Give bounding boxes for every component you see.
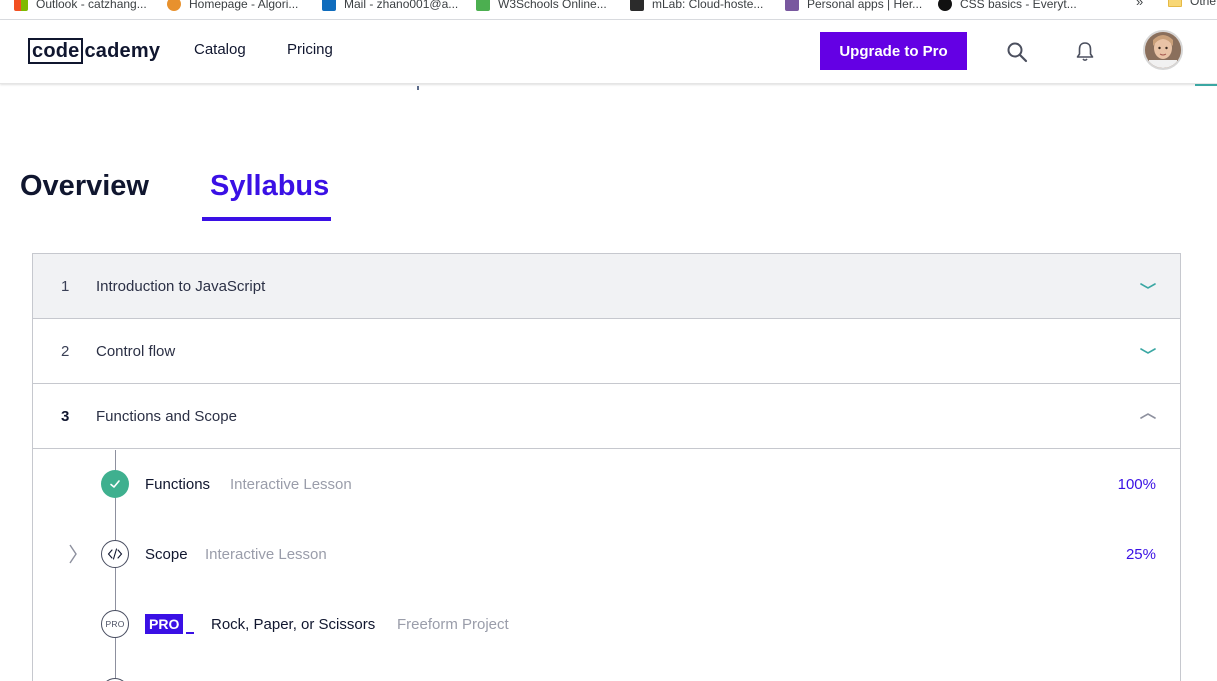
lesson-progress: 100% [1117, 475, 1156, 493]
chevron-down-icon[interactable] [1139, 280, 1157, 292]
lesson-type: Interactive Lesson [230, 475, 352, 493]
module-row-3[interactable]: 3 Functions and Scope [33, 384, 1180, 449]
check-icon [101, 470, 129, 498]
avatar[interactable] [1143, 30, 1183, 70]
heroku-icon [785, 0, 799, 11]
bookmark-heroku[interactable]: Personal apps | Her... [785, 0, 922, 14]
bell-icon[interactable] [1073, 40, 1097, 64]
lesson-row-scope[interactable]: Scope Interactive Lesson 25% [33, 534, 1180, 574]
banner-remnant-accent [1195, 84, 1217, 86]
outlook-mail-icon [322, 0, 336, 11]
code-icon [101, 540, 129, 568]
active-tab-indicator [202, 217, 331, 221]
module-title: Introduction to JavaScript [96, 277, 266, 295]
bookmark-css-basics[interactable]: CSS basics - Everyt... [938, 0, 1077, 14]
bookmarks-bar: Outlook - catzhang... Homepage - Algori.… [0, 0, 1217, 20]
module-title: Control flow [96, 342, 176, 360]
bookmark-outlook[interactable]: Outlook - catzhang... [14, 0, 147, 14]
other-bookmarks-folder[interactable]: Othe [1168, 0, 1216, 8]
tab-overview[interactable]: Overview [20, 170, 149, 203]
bookmarks-overflow-button[interactable]: » [1136, 0, 1143, 9]
pro-badge-label: PRO [145, 614, 184, 634]
bookmark-w3schools[interactable]: W3Schools Online... [476, 0, 607, 14]
bookmark-algorithm[interactable]: Homepage - Algori... [167, 0, 298, 14]
lesson-row-rock-paper-scissors[interactable]: PRO PRO Rock, Paper, or Scissors Freefor… [33, 604, 1180, 644]
pro-badge-tail [186, 632, 195, 634]
module-row-1[interactable]: 1 Introduction to JavaScript [33, 254, 1180, 319]
logo-boxed-text: code [28, 38, 84, 64]
pro-icon: PRO [101, 610, 129, 638]
lesson-row-functions[interactable]: Functions Interactive Lesson 100% [33, 464, 1180, 504]
codecademy-logo[interactable]: code cademy [28, 36, 160, 66]
upgrade-to-pro-button[interactable]: Upgrade to Pro [820, 32, 967, 70]
module-number: 3 [61, 407, 70, 425]
mlab-icon [630, 0, 644, 11]
lesson-type: Interactive Lesson [205, 545, 327, 563]
tab-syllabus[interactable]: Syllabus [210, 170, 329, 203]
site-header: code cademy Catalog Pricing Upgrade to Pr… [0, 20, 1217, 84]
nav-catalog[interactable]: Catalog [194, 41, 246, 58]
chevron-up-icon[interactable] [1139, 410, 1157, 422]
module-row-2[interactable]: 2 Control flow [33, 319, 1180, 384]
chevron-right-icon[interactable] [67, 543, 79, 565]
lesson-name: Scope [145, 545, 188, 563]
module-title: Functions and Scope [96, 407, 237, 425]
bookmark-mlab[interactable]: mLab: Cloud-hoste... [630, 0, 763, 14]
bookmark-mail[interactable]: Mail - zhano001@a... [322, 0, 458, 14]
pro-badge: PRO [145, 613, 195, 635]
lesson-type: Freeform Project [397, 615, 509, 633]
nav-pricing[interactable]: Pricing [287, 41, 333, 58]
search-icon[interactable] [1005, 40, 1029, 64]
pro-circle-label: PRO [105, 619, 125, 629]
banner-remnant [417, 86, 419, 90]
lesson-name: Functions [145, 475, 211, 493]
module-number: 1 [61, 277, 70, 295]
github-icon [938, 0, 952, 11]
lesson-progress: 25% [1125, 545, 1156, 563]
algorithm-logo-icon [167, 0, 181, 11]
syllabus-accordion: 1 Introduction to JavaScript 2 Control f… [32, 253, 1181, 681]
lesson-name: Rock, Paper, or Scissors [211, 615, 376, 633]
microsoft-tiles-icon [14, 0, 28, 11]
w3schools-icon [476, 0, 490, 11]
folder-icon [1168, 0, 1182, 7]
chevron-down-icon[interactable] [1139, 345, 1157, 357]
module-number: 2 [61, 342, 70, 360]
logo-text: cademy [84, 39, 161, 62]
